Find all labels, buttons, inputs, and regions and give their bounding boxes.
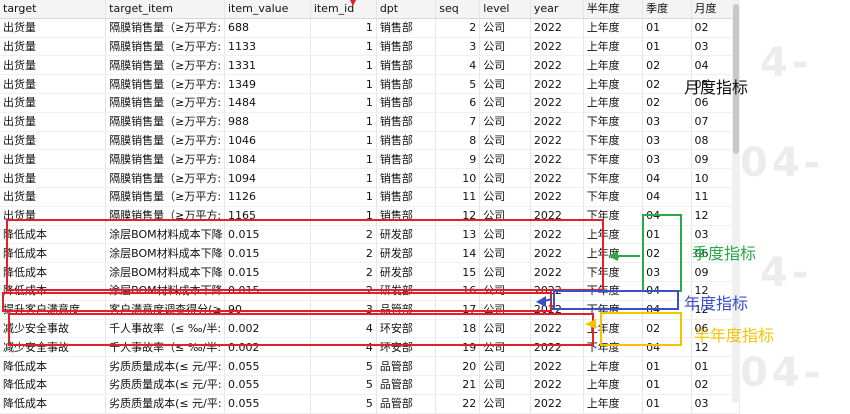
half-year-indicator-note: 半年度指标 — [694, 326, 775, 345]
annual-indicator-note: 年度指标 — [684, 294, 749, 313]
monthly-indicator-note: 月度指标 — [684, 78, 749, 97]
quarterly-indicator-note: 季度指标 — [692, 244, 757, 263]
